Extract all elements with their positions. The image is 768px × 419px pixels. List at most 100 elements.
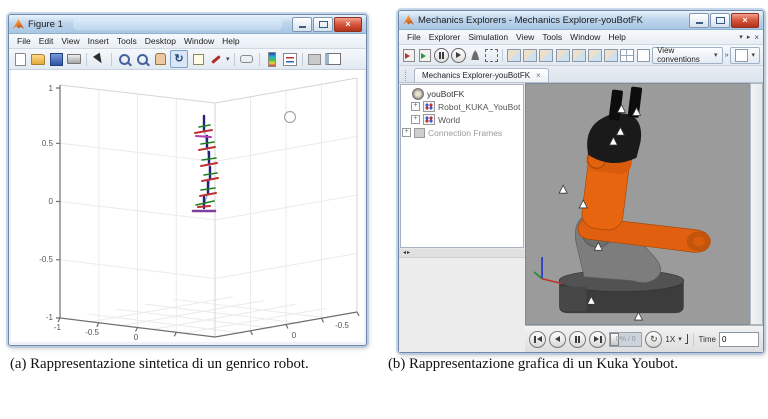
menu-help[interactable]: Help [604,32,629,42]
hide-plot-tools-button[interactable] [307,51,323,67]
background-color-dropdown[interactable]: ▾ [730,46,760,64]
speed-dropdown-icon[interactable]: ▾ [678,336,682,343]
menu-file[interactable]: File [13,36,35,46]
menu-explorer[interactable]: Explorer [425,32,465,42]
grid-lines [59,84,358,334]
tree-item-label: Robot_KUKA_YouBot [438,101,521,112]
insert-colorbar-button[interactable] [264,51,280,67]
progress-slider[interactable]: 0% / 0 [609,331,643,347]
link-plot-button[interactable] [239,51,255,67]
play-triangle [456,52,462,58]
3d-viewport[interactable] [525,83,750,325]
time-input[interactable] [718,331,759,347]
data-cursor-button[interactable] [190,51,206,67]
menu-simulation[interactable]: Simulation [464,32,512,42]
tab-mechanics-explorer[interactable]: Mechanics Explorer-youBotFK × [414,68,549,82]
pause-view-button[interactable] [434,47,450,63]
pointer-button[interactable] [91,51,107,67]
toolbar-overflow-icon[interactable]: » [725,52,729,59]
pan-hand-icon [154,53,166,65]
close-button[interactable]: × [731,12,759,28]
mechanics-window-title: Mechanics Explorers - Mechanics Explorer… [418,14,643,26]
minimize-button[interactable] [292,16,312,32]
menu-window[interactable]: Window [566,32,604,42]
pan-button[interactable] [152,51,168,67]
view-back-button[interactable] [539,47,554,63]
menu-help[interactable]: Help [218,36,243,46]
menu-window[interactable]: Window [180,36,218,46]
view-right-button[interactable] [603,47,618,63]
show-plot-tools-button[interactable] [324,51,341,67]
insert-legend-button[interactable] [282,51,298,67]
menu-view[interactable]: View [57,36,83,46]
view-bottom-button[interactable] [571,47,586,63]
pause-button[interactable] [569,330,586,348]
snap-time-icon[interactable] [684,334,689,344]
save-explorer-button[interactable] [402,47,416,63]
tree-item-robot-kuka-youbot[interactable]: + Robot_KUKA_YouBot [411,100,522,113]
menu-desktop[interactable]: Desktop [141,36,180,46]
background-button[interactable] [636,47,650,63]
step-back-button[interactable] [549,330,566,348]
new-figure-button[interactable] [12,51,28,67]
view-conventions-dropdown[interactable]: View conventions ▾ [652,46,723,64]
maximize-button[interactable] [710,12,730,28]
menu-tools[interactable]: Tools [113,36,141,46]
viewport-scrollbar[interactable] [750,83,763,325]
rotate-3d-button[interactable]: ↻ [170,50,188,68]
view-left-button[interactable] [587,47,602,63]
speed-label[interactable]: 1X [665,335,675,344]
toolbar-separator [502,48,504,62]
brush-button[interactable] [208,51,224,67]
open-folder-icon [31,53,45,65]
plot-canvas[interactable]: 1 0.5 0 -0.5 -1 -1 -0.5 0 0 -0.5 [11,70,364,343]
record-button[interactable] [468,47,482,63]
minimize-button[interactable] [689,12,709,28]
view-top-button[interactable] [555,47,570,63]
panel-splitter[interactable]: ◂ ▸ [399,249,525,257]
expander-icon[interactable]: + [411,115,420,124]
play-view-button[interactable] [451,47,467,63]
print-button[interactable] [66,51,82,67]
tree-item-label: World [438,114,461,125]
menu-tools[interactable]: Tools [538,32,566,42]
expander-icon[interactable]: + [402,128,411,137]
tree-item-world[interactable]: + World [411,113,522,126]
expander-icon[interactable]: + [411,102,420,111]
maximize-button[interactable] [313,16,333,32]
tree-item-connection-frames[interactable]: + Connection Frames [402,126,522,139]
collapse-pane-icon[interactable]: ▾ [739,34,743,41]
split-view-button[interactable] [619,47,634,63]
figure-plot-area[interactable]: 1 0.5 0 -0.5 -1 -1 -0.5 0 0 -0.5 [11,70,364,342]
step-bar [599,335,602,343]
zoom-out-button[interactable] [134,51,150,67]
view-iso-button[interactable] [507,47,522,63]
menu-insert[interactable]: Insert [84,36,113,46]
go-to-start-button[interactable] [529,330,546,348]
maximize-icon [715,16,725,24]
save-button[interactable] [48,51,64,67]
colorbar-icon [267,51,276,67]
view-iso-icon [507,48,522,62]
export-explorer-button[interactable] [418,47,432,63]
menu-edit[interactable]: Edit [35,36,58,46]
close-pane-icon[interactable]: × [754,33,759,42]
fit-to-view-button[interactable] [484,47,498,63]
zoom-in-button[interactable] [116,51,132,67]
tree-item-youbotfk[interactable]: youBotFK [402,87,522,100]
tab-grip[interactable] [405,70,408,81]
close-button[interactable]: × [334,16,362,32]
view-front-button[interactable] [523,47,538,63]
open-file-button[interactable] [30,51,46,67]
grid-icon [619,48,634,62]
tab-close-icon[interactable]: × [536,71,541,80]
undock-pane-icon[interactable]: ▸ [747,34,751,41]
world-frame-triad [533,257,563,285]
export-red-icon [403,48,416,62]
loop-button[interactable]: ↻ [645,330,663,348]
step-forward-button[interactable] [589,330,606,348]
brush-dropdown-icon[interactable]: ▾ [226,56,230,63]
menu-view[interactable]: View [512,32,538,42]
menu-file[interactable]: File [403,32,425,42]
tab-label: Mechanics Explorer-youBotFK [422,71,531,80]
